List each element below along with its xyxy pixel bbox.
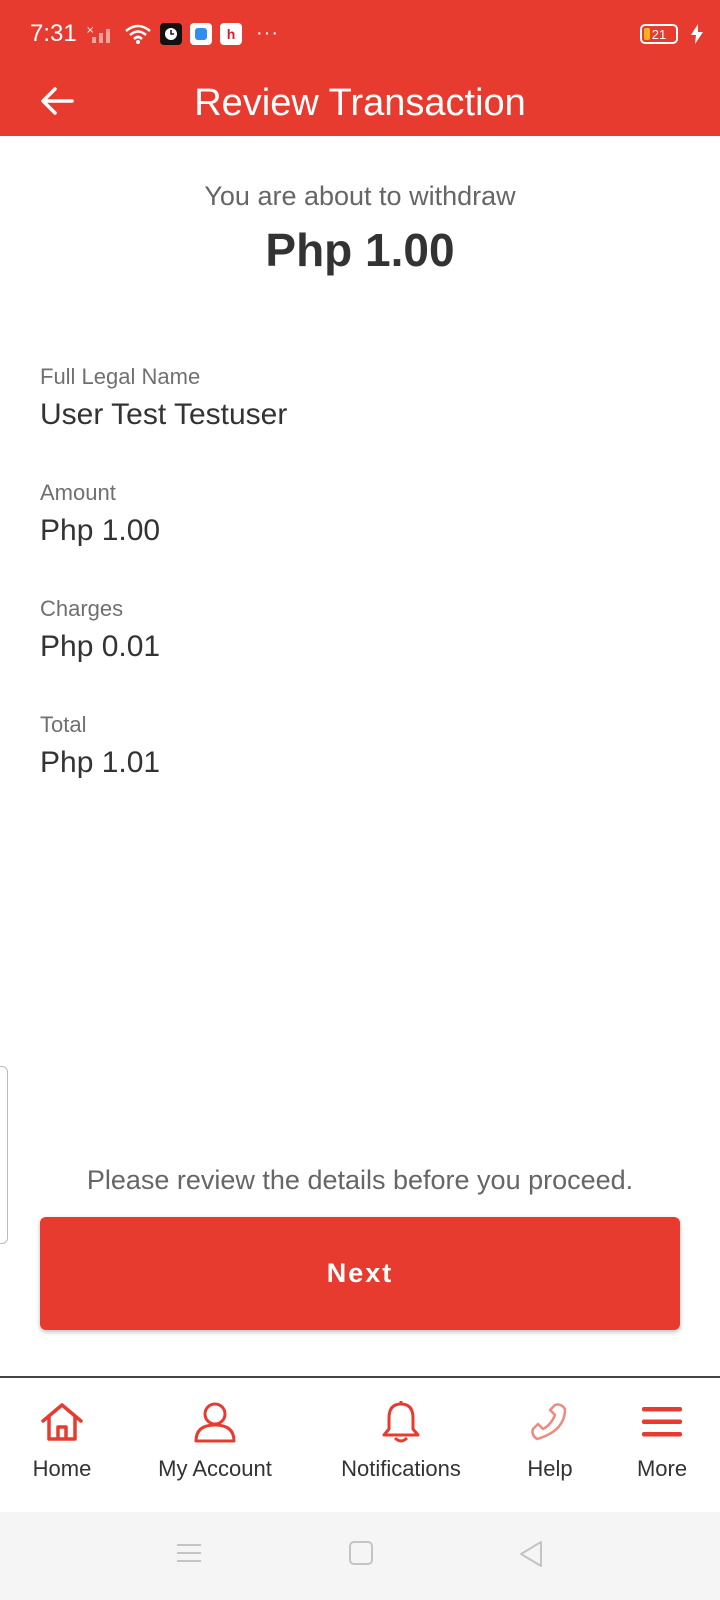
app-icon-h: h xyxy=(220,22,242,45)
system-nav-bar xyxy=(0,1512,720,1600)
page-title: Review Transaction xyxy=(194,82,526,124)
nav-label: Home xyxy=(32,1456,92,1481)
wifi-icon xyxy=(124,23,152,45)
more-notifications-indicator: ··· xyxy=(256,22,279,44)
bottom-nav: Home My Account Notifications Help More xyxy=(0,1376,720,1512)
nav-item-home[interactable]: Home xyxy=(22,1378,102,1512)
detail-value: Php 0.01 xyxy=(40,630,161,663)
back-triangle-icon[interactable] xyxy=(518,1540,544,1573)
detail-amount: Amount Php 1.00 xyxy=(40,476,680,592)
status-icons: × h ··· xyxy=(86,22,279,45)
detail-label: Full Legal Name xyxy=(40,364,201,389)
side-drawer-handle[interactable] xyxy=(0,1066,8,1244)
app-icon-blue xyxy=(190,22,212,45)
nav-item-notifications[interactable]: Notifications xyxy=(330,1378,472,1512)
detail-label: Total xyxy=(40,712,87,737)
detail-full-legal-name: Full Legal Name User Test Testuser xyxy=(40,360,680,476)
detail-total: Total Php 1.01 xyxy=(40,708,680,824)
detail-label: Charges xyxy=(40,596,124,621)
next-button[interactable]: Next xyxy=(40,1217,680,1330)
recents-icon[interactable] xyxy=(176,1540,202,1571)
battery-icon: 21 xyxy=(640,24,678,44)
app-bar: Review Transaction xyxy=(0,70,720,136)
home-square-icon[interactable] xyxy=(348,1540,374,1571)
status-bar: 7:31 × h ··· 21 xyxy=(0,0,720,70)
app-icon-clock xyxy=(160,22,182,45)
nav-item-help[interactable]: Help xyxy=(510,1378,590,1512)
detail-value: User Test Testuser xyxy=(40,398,288,431)
detail-value: Php 1.00 xyxy=(40,514,161,547)
nav-label: Notifications xyxy=(341,1456,461,1481)
nav-item-my-account[interactable]: My Account xyxy=(148,1378,282,1512)
nav-item-more[interactable]: More xyxy=(622,1378,702,1512)
review-note: Please review the details before you pro… xyxy=(86,1165,634,1195)
summary-intro: You are about to withdraw xyxy=(204,181,516,211)
svg-text:×: × xyxy=(86,25,94,36)
nav-label: More xyxy=(636,1456,688,1481)
home-icon xyxy=(40,1398,84,1446)
summary-amount: Php 1.00 xyxy=(265,224,455,276)
transaction-details: Full Legal Name User Test Testuser Amoun… xyxy=(40,360,680,824)
user-icon xyxy=(193,1398,237,1446)
nav-label: Help xyxy=(527,1456,573,1481)
phone-icon xyxy=(529,1398,571,1446)
battery-level: 21 xyxy=(651,26,667,42)
detail-label: Amount xyxy=(40,480,116,505)
status-time: 7:31 xyxy=(30,20,77,47)
detail-charges: Charges Php 0.01 xyxy=(40,592,680,708)
charging-bolt-icon xyxy=(690,24,704,49)
withdraw-summary: You are about to withdraw Php 1.00 xyxy=(0,176,720,278)
menu-icon xyxy=(641,1398,683,1446)
signal-off-icon: × xyxy=(86,23,116,45)
bell-icon xyxy=(381,1398,421,1446)
detail-value: Php 1.01 xyxy=(40,746,161,779)
nav-label: My Account xyxy=(158,1456,272,1481)
